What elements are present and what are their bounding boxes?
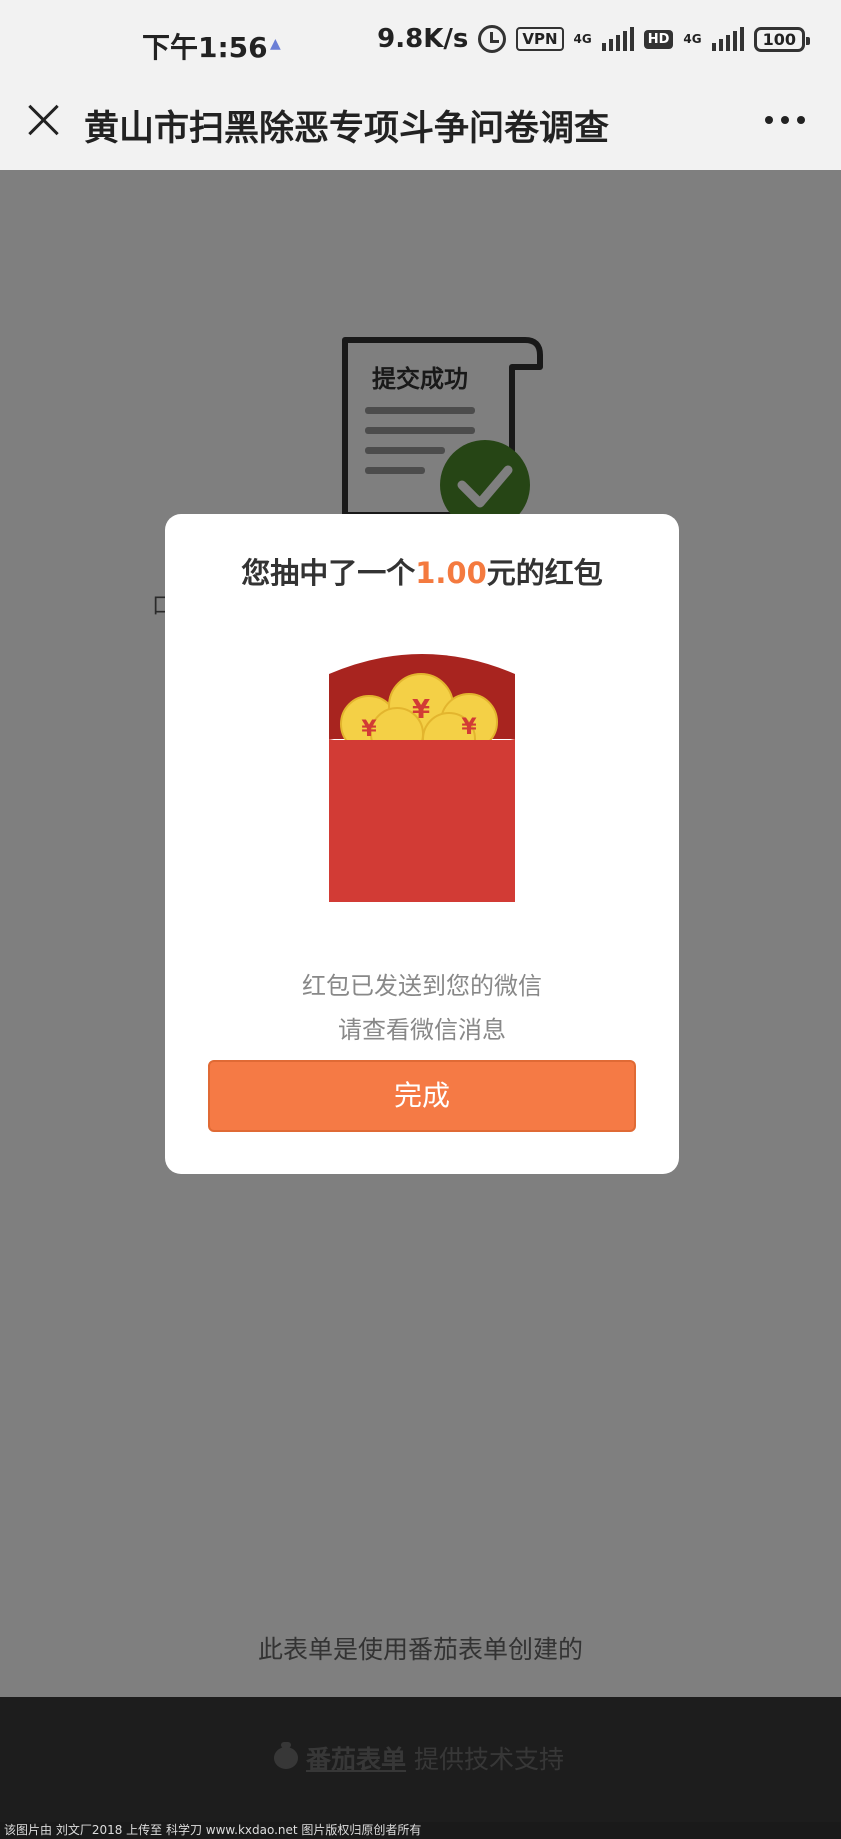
title-prefix: 您抽中了一个 <box>241 556 416 590</box>
dialog-message-line1: 红包已发送到您的微信 <box>302 972 542 1000</box>
network-type-2: 4G <box>683 32 702 46</box>
battery-icon: 100 <box>753 26 811 52</box>
status-icons: 9.8K/s VPN 4G HD 4G 100 <box>377 24 811 54</box>
hd-badge: HD <box>643 29 674 49</box>
svg-text:¥: ¥ <box>461 715 477 740</box>
signal-icon <box>601 27 634 51</box>
page-title: 黄山市扫黑除恶专项斗争问卷调查 <box>84 109 610 149</box>
status-bar: 下午1:56 ▲ 9.8K/s VPN 4G HD 4G 100 <box>0 0 841 90</box>
svg-text:¥: ¥ <box>361 717 377 742</box>
done-button[interactable]: 完成 <box>208 1060 636 1132</box>
notification-icon: ▲ <box>270 36 281 52</box>
title-suffix: 元的红包 <box>486 556 603 590</box>
svg-text:¥: ¥ <box>412 695 430 725</box>
title-bar: 黄山市扫黑除恶专项斗争问卷调查 <box>0 90 841 170</box>
close-icon[interactable] <box>26 102 62 138</box>
dialog-title: 您抽中了一个1.00元的红包 <box>165 550 679 592</box>
prize-amount: 1.00 <box>415 556 487 590</box>
watermark: 该图片由 刘文厂2018 上传至 科学刀 www.kxdao.net 图片版权归… <box>0 1822 841 1839</box>
network-type-1: 4G <box>573 32 592 46</box>
more-icon[interactable] <box>765 116 805 124</box>
network-speed: 9.8K/s <box>377 24 469 54</box>
red-packet-icon: ¥ ¥ ¥ <box>329 654 515 902</box>
vpn-badge: VPN <box>516 27 564 51</box>
alarm-icon <box>478 25 507 53</box>
status-time: 下午1:56 <box>142 31 268 64</box>
red-packet-dialog: 您抽中了一个1.00元的红包 ¥ ¥ ¥ 红包已发送到您的微信 请查看微信消息 … <box>165 514 679 1174</box>
dialog-message-line2: 请查看微信消息 <box>338 1016 506 1044</box>
signal-icon <box>711 27 744 51</box>
